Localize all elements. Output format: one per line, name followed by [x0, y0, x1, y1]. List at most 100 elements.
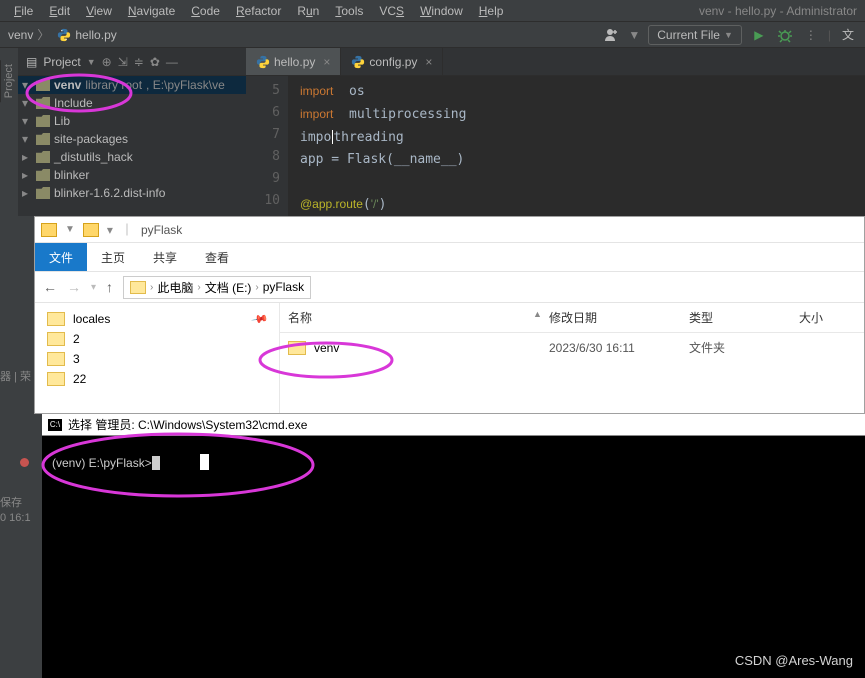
- menu-run[interactable]: Run: [291, 2, 325, 20]
- column-headers[interactable]: 名称 ▲ 修改日期 类型 大小: [280, 303, 864, 333]
- editor-tab[interactable]: config.py×: [341, 48, 443, 75]
- nav-up-icon[interactable]: ↑: [106, 279, 113, 295]
- folder-icon: [36, 115, 50, 127]
- quick-access-item[interactable]: 3: [35, 349, 279, 369]
- folder-icon: [47, 372, 65, 386]
- menu-window[interactable]: Window: [414, 2, 469, 20]
- explorer-addressbar: ← → ▾ ↑ › 此电脑 › 文档 (E:) › pyFlask: [35, 271, 864, 303]
- tree-node[interactable]: ▸ _distutils_hack: [18, 148, 246, 166]
- folder-icon: [41, 223, 57, 237]
- address-path[interactable]: › 此电脑 › 文档 (E:) › pyFlask: [123, 276, 311, 299]
- run-config-dropdown[interactable]: Current File ▼: [648, 25, 742, 45]
- path-seg-drive[interactable]: 文档 (E:): [205, 279, 252, 296]
- ide-menubar: File Edit View Navigate Code Refactor Ru…: [0, 0, 865, 22]
- menu-file[interactable]: File: [8, 2, 39, 20]
- breakpoint-dot: [20, 458, 29, 467]
- col-name[interactable]: 名称: [280, 303, 525, 332]
- col-size[interactable]: 大小: [791, 303, 831, 332]
- close-icon[interactable]: ×: [425, 55, 432, 69]
- close-icon[interactable]: ×: [323, 55, 330, 69]
- nav-recent-icon[interactable]: ▾: [91, 282, 96, 293]
- menu-tools[interactable]: Tools: [329, 2, 369, 20]
- tree-node[interactable]: ▾ site-packages: [18, 130, 246, 148]
- quick-access-item[interactable]: locales 📌: [35, 309, 279, 329]
- file-row[interactable]: venv2023/6/30 16:11文件夹: [280, 333, 864, 362]
- folder-icon: [288, 341, 306, 355]
- tree-node[interactable]: ▸ blinker-1.6.2.dist-info: [18, 184, 246, 202]
- menu-navigate[interactable]: Navigate: [122, 2, 181, 20]
- explorer-sidebar[interactable]: locales 📌2 3 22: [35, 303, 280, 413]
- folder-name: 22: [73, 372, 86, 386]
- project-tool-label[interactable]: Project: [0, 60, 17, 102]
- col-date[interactable]: 修改日期: [541, 303, 681, 332]
- chevron-icon[interactable]: ▸: [22, 168, 32, 182]
- ribbon-tab-view[interactable]: 查看: [191, 243, 243, 271]
- menu-vcs[interactable]: VCS: [373, 2, 410, 20]
- run-icon[interactable]: ▶: [750, 26, 768, 44]
- search-icon[interactable]: 文: [839, 26, 857, 44]
- more-icon[interactable]: ⋮: [802, 26, 820, 44]
- breadcrumb-root[interactable]: venv: [8, 28, 33, 42]
- locate-icon[interactable]: ⊕: [102, 55, 112, 69]
- tree-node[interactable]: ▾ venv library root , E:\pyFlask\ve: [18, 76, 246, 94]
- col-type[interactable]: 类型: [681, 303, 791, 332]
- folder-icon: [47, 352, 65, 366]
- path-seg-folder[interactable]: pyFlask: [263, 280, 304, 294]
- cmd-terminal[interactable]: (venv) E:\pyFlask>: [42, 436, 865, 478]
- chevron-icon[interactable]: ▾: [22, 78, 32, 92]
- ribbon-tab-file[interactable]: 文件: [35, 243, 87, 271]
- tree-node[interactable]: ▾ Include: [18, 94, 246, 112]
- quick-access-item[interactable]: 22: [35, 369, 279, 389]
- menu-code[interactable]: Code: [185, 2, 226, 20]
- menu-view[interactable]: View: [80, 2, 118, 20]
- cmd-prompt: (venv) E:\pyFlask>: [52, 456, 152, 470]
- fragment-text: 器 | 荣: [0, 368, 31, 384]
- hide-icon[interactable]: —: [166, 55, 178, 69]
- explorer-file-list[interactable]: 名称 ▲ 修改日期 类型 大小 venv2023/6/30 16:11文件夹: [280, 303, 864, 413]
- tree-node[interactable]: ▸ blinker: [18, 166, 246, 184]
- tree-node[interactable]: ▾ Lib: [18, 112, 246, 130]
- project-tool-icon: ▤: [26, 55, 37, 69]
- folder-icon: [47, 312, 65, 326]
- fragment-text: 0 16:1: [0, 512, 31, 524]
- watermark: CSDN @Ares-Wang: [735, 653, 853, 668]
- editor-code[interactable]: import os import multiprocessing impothr…: [288, 76, 466, 216]
- python-file-icon: [256, 55, 270, 69]
- folder-name: locales: [73, 312, 110, 326]
- user-icon[interactable]: [604, 27, 620, 43]
- menu-edit[interactable]: Edit: [43, 2, 76, 20]
- project-tree[interactable]: ▾ venv library root , E:\pyFlask\ve▾ Inc…: [18, 76, 246, 216]
- cmd-cursor: [152, 456, 160, 470]
- path-seg-pc[interactable]: 此电脑: [157, 279, 193, 296]
- ribbon-tab-home[interactable]: 主页: [87, 243, 139, 271]
- project-title[interactable]: Project: [43, 55, 80, 69]
- tree-label: _distutils_hack: [54, 150, 133, 164]
- nav-back-icon[interactable]: ←: [43, 279, 57, 295]
- menu-help[interactable]: Help: [473, 2, 510, 20]
- folder-name: 3: [73, 352, 80, 366]
- quick-access-item[interactable]: 2: [35, 329, 279, 349]
- cmd-titlebar[interactable]: C:\ 选择 管理员: C:\Windows\System32\cmd.exe: [42, 414, 865, 436]
- nav-forward-icon[interactable]: →: [67, 279, 81, 295]
- explorer-title: pyFlask: [141, 223, 182, 237]
- python-file-icon: [351, 55, 365, 69]
- chevron-icon[interactable]: ▾: [22, 132, 32, 146]
- expand-icon[interactable]: ⇲: [118, 55, 128, 69]
- tree-suffix: library root: [85, 78, 142, 92]
- editor-tab[interactable]: hello.py×: [246, 48, 341, 75]
- chevron-icon[interactable]: ▾: [22, 114, 32, 128]
- menu-refactor[interactable]: Refactor: [230, 2, 287, 20]
- pin-icon: 📌: [251, 310, 270, 329]
- explorer-titlebar[interactable]: ▼ ▾ ｜ pyFlask: [35, 217, 864, 243]
- ribbon-tab-share[interactable]: 共享: [139, 243, 191, 271]
- chevron-icon[interactable]: ▸: [22, 186, 32, 200]
- fragment-text: 保存: [0, 494, 22, 510]
- code-editor[interactable]: 5678910 import os import multiprocessing…: [246, 76, 865, 216]
- chevron-icon[interactable]: ▾: [22, 96, 32, 110]
- breadcrumb-file[interactable]: hello.py: [75, 28, 116, 42]
- settings-icon[interactable]: ✿: [150, 55, 160, 69]
- python-file-icon: [57, 28, 71, 42]
- debug-icon[interactable]: [776, 26, 794, 44]
- collapse-icon[interactable]: ≑: [134, 55, 144, 69]
- chevron-icon[interactable]: ▸: [22, 150, 32, 164]
